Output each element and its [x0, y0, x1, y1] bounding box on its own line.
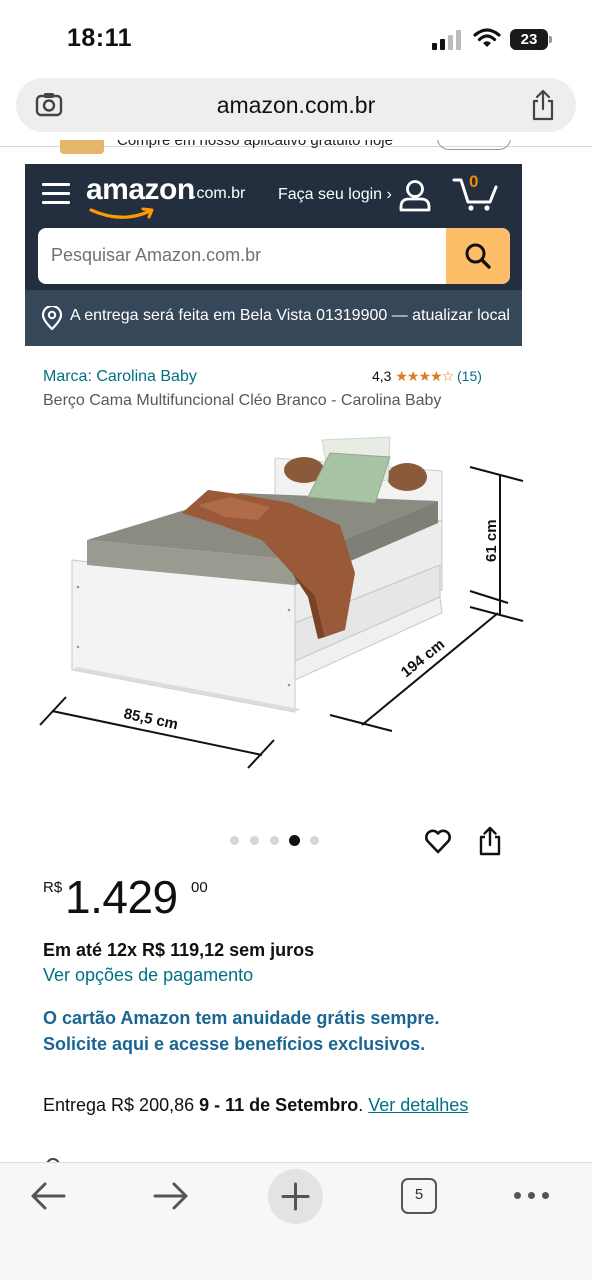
delivery-period: .	[358, 1095, 364, 1115]
logo-wordmark: amazon	[86, 173, 195, 206]
search-icon	[465, 243, 491, 269]
battery-level: 23	[510, 29, 548, 50]
amazon-header: amazon .com.br Faça seu login › 0 Pesqui…	[25, 164, 522, 346]
delivery-price: Entrega R$ 200,86	[43, 1095, 195, 1115]
product-title: Berço Cama Multifuncional Cléo Branco - …	[43, 392, 442, 409]
delivery-details-link[interactable]: Ver detalhes	[368, 1095, 468, 1115]
plus-icon	[281, 1182, 310, 1211]
tabs-button[interactable]: 5	[401, 1178, 437, 1214]
logo-domain: .com.br	[192, 185, 246, 202]
amazon-logo[interactable]: amazon .com.br	[86, 173, 256, 223]
price-cents: 00	[191, 879, 208, 896]
image-carousel-dots[interactable]	[228, 834, 328, 848]
user-icon[interactable]	[398, 178, 432, 212]
location-pin-icon	[41, 306, 63, 330]
rating[interactable]: 4,3 ★★★★☆ (15)	[372, 368, 482, 385]
login-link[interactable]: Faça seu login ›	[278, 186, 392, 204]
search-bar[interactable]: Pesquisar Amazon.com.br	[38, 228, 510, 284]
card-promo-line-1[interactable]: O cartão Amazon tem anuidade grátis semp…	[43, 1005, 439, 1031]
status-bar: 18:11 23	[0, 0, 592, 70]
payment-options-link[interactable]: Ver opções de pagamento	[43, 965, 253, 986]
carousel-dot[interactable]	[270, 836, 279, 845]
battery-icon: 23	[510, 29, 552, 50]
carousel-dot-active[interactable]	[289, 835, 300, 846]
status-time: 18:11	[67, 24, 133, 52]
carousel-dot[interactable]	[310, 836, 319, 845]
share-icon[interactable]	[530, 89, 556, 121]
delivery-location-bar[interactable]: A entrega será feita em Bela Vista 01319…	[25, 290, 522, 346]
delivery-info: Entrega R$ 200,86 9 - 11 de Setembro. Ve…	[43, 1092, 543, 1118]
address-bar[interactable]: amazon.com.br	[16, 78, 576, 132]
installments-text: Em até 12x R$ 119,12 sem juros	[43, 940, 315, 960]
new-tab-button[interactable]	[268, 1169, 323, 1224]
heart-icon[interactable]	[424, 827, 452, 855]
browser-toolbar: 5	[0, 1162, 592, 1280]
amazon-smile-icon	[89, 207, 154, 219]
delivery-dates: 9 - 11 de Setembro	[199, 1095, 359, 1115]
app-logo	[60, 140, 104, 154]
delivery-location-text[interactable]: A entrega será feita em Bela Vista 01319…	[70, 307, 522, 325]
rating-value: 4,3	[372, 368, 392, 384]
search-input[interactable]: Pesquisar Amazon.com.br	[51, 245, 261, 266]
back-arrow-icon[interactable]	[30, 1181, 66, 1211]
app-banner-text: Compre em nosso aplicativo gratuito hoje	[117, 140, 393, 149]
price-whole: 1.429	[65, 871, 178, 923]
url-text[interactable]: amazon.com.br	[16, 92, 576, 119]
carousel-dot[interactable]	[230, 836, 239, 845]
wifi-icon	[473, 28, 501, 47]
cellular-signal-icon	[432, 30, 461, 50]
dimension-height: 61 cm	[483, 519, 500, 562]
card-promo[interactable]: O cartão Amazon tem anuidade grátis semp…	[43, 1005, 439, 1057]
dimension-width: 85,5 cm	[122, 705, 179, 733]
cart-count[interactable]: 0	[469, 172, 478, 192]
carousel-dot[interactable]	[250, 836, 259, 845]
brand-link[interactable]: Marca: Carolina Baby	[43, 368, 197, 386]
app-banner[interactable]: Compre em nosso aplicativo gratuito hoje	[25, 140, 522, 164]
search-button[interactable]	[446, 228, 510, 284]
share-icon[interactable]	[478, 826, 502, 856]
hamburger-menu-icon[interactable]	[42, 183, 70, 205]
rating-stars-icon: ★★★★☆	[395, 368, 454, 384]
rating-count[interactable]: (15)	[457, 368, 482, 384]
forward-arrow-icon[interactable]	[153, 1181, 189, 1211]
price-currency: R$	[43, 879, 63, 896]
product-image[interactable]: 61 cm 194 cm 85,5 cm	[30, 425, 530, 805]
more-options-icon[interactable]	[514, 1192, 550, 1200]
card-promo-line-2[interactable]: Solicite aqui e acesse benefícios exclus…	[43, 1031, 439, 1057]
app-banner-button[interactable]	[437, 140, 511, 150]
